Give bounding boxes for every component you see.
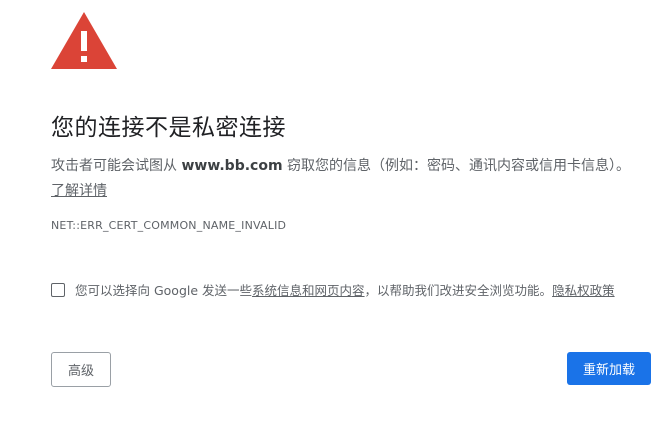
system-info-link[interactable]: 系统信息和网页内容	[252, 280, 365, 299]
description-suffix: 窃取您的信息（例如：密码、通讯内容或信用卡信息）。	[282, 158, 630, 174]
page-title: 您的连接不是私密连接	[51, 115, 286, 141]
description-prefix: 攻击者可能会试图从	[51, 158, 182, 174]
safe-browsing-optin: 您可以选择向 Google 发送一些 系统信息和网页内容 ，以帮助我们改进安全浏览功…	[51, 280, 651, 299]
advanced-button[interactable]: 高级	[51, 352, 111, 387]
reload-button[interactable]: 重新加载	[567, 352, 651, 385]
interstitial-page: 您的连接不是私密连接 攻击者可能会试图从 www.bb.com 窃取您的信息（例…	[0, 0, 661, 442]
error-code: NET::ERR_CERT_COMMON_NAME_INVALID	[51, 219, 287, 232]
privacy-policy-link[interactable]: 隐私权政策	[552, 280, 615, 299]
learn-more-link[interactable]: 了解详情	[51, 183, 107, 199]
optin-text-middle: ，以帮助我们改进安全浏览功能。	[364, 283, 553, 298]
warning-triangle-icon	[51, 12, 117, 69]
optin-text-before: 您可以选择向 Google 发送一些	[75, 283, 253, 298]
error-description: 攻击者可能会试图从 www.bb.com 窃取您的信息（例如：密码、通讯内容或信…	[51, 154, 641, 204]
optin-checkbox[interactable]	[51, 282, 65, 297]
site-domain: www.bb.com	[181, 158, 283, 174]
